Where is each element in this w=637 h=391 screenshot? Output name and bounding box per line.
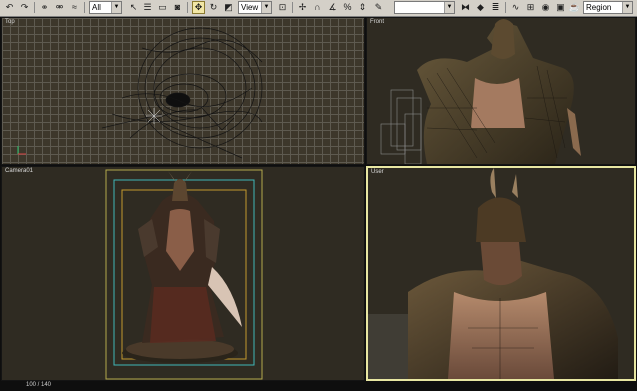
undo-icon[interactable]: ↶ [3, 1, 16, 14]
chevron-down-icon: ▼ [444, 2, 454, 13]
viewport-top[interactable]: Top [1, 17, 365, 165]
viewport-label-user[interactable]: User [371, 169, 384, 175]
viewport-user[interactable]: User [366, 166, 636, 381]
bind-space-warp-icon[interactable]: ≈ [68, 1, 81, 14]
snaps-toggle-icon[interactable]: ∩ [311, 1, 324, 14]
select-scale-icon[interactable]: ◩ [222, 1, 235, 14]
named-selection-sets-dropdown[interactable]: ▼ [394, 1, 455, 14]
main-toolbar: ↶ ↷ ⚭ ⚮ ≈ All ▼ ↖ ☰ ▭ ◙ ✥ ↻ ◩ View ▼ ⊡ ✢… [0, 0, 637, 17]
select-link-icon[interactable]: ⚭ [38, 1, 51, 14]
chevron-down-icon: ▼ [622, 2, 632, 13]
selection-filter-dropdown[interactable]: All ▼ [89, 1, 122, 14]
reference-coord-system-dropdown[interactable]: View ▼ [238, 1, 272, 14]
rectangular-selection-icon[interactable]: ▭ [156, 1, 169, 14]
select-move-icon[interactable]: ✥ [192, 1, 205, 14]
align-icon[interactable]: ◆ [474, 1, 487, 14]
select-rotate-icon[interactable]: ↻ [207, 1, 220, 14]
angle-snap-icon[interactable]: ∡ [326, 1, 339, 14]
curve-editor-icon[interactable]: ∿ [509, 1, 522, 14]
viewport-front[interactable]: Front [366, 17, 636, 165]
chevron-down-icon: ▼ [111, 2, 121, 13]
viewport-camera01[interactable]: Camera01 [1, 166, 365, 381]
render-type-dropdown[interactable]: Region ▼ [583, 1, 633, 14]
select-manipulate-icon[interactable]: ✢ [296, 1, 309, 14]
render-setup-icon[interactable]: ▣ [554, 1, 567, 14]
viewport-label-front[interactable]: Front [370, 19, 384, 25]
reference-coord-system-value: View [241, 3, 259, 12]
quick-render-icon[interactable]: ☕ [568, 1, 581, 14]
wireframe-blocks [380, 89, 422, 164]
selection-filter-value: All [92, 3, 101, 12]
mirror-icon[interactable]: ⧓ [459, 1, 472, 14]
material-editor-icon[interactable]: ◉ [539, 1, 552, 14]
render-type-value: Region [586, 3, 612, 12]
user-character-render [368, 168, 618, 379]
schematic-view-icon[interactable]: ⊞ [524, 1, 537, 14]
frame-counter: 100 / 140 [26, 382, 52, 388]
redo-icon[interactable]: ↷ [18, 1, 31, 14]
chevron-down-icon: ▼ [261, 2, 271, 13]
window-crossing-icon[interactable]: ◙ [171, 1, 184, 14]
use-pivot-center-icon[interactable]: ⊡ [276, 1, 289, 14]
viewport-label-camera01[interactable]: Camera01 [5, 168, 33, 174]
select-by-name-icon[interactable]: ☰ [141, 1, 154, 14]
status-bar: 100 / 140 [0, 381, 637, 391]
camera-character-render [105, 169, 263, 380]
viewport-label-top[interactable]: Top [5, 19, 15, 25]
unlink-icon[interactable]: ⚮ [53, 1, 66, 14]
wireframe-model [17, 27, 263, 159]
percent-snap-icon[interactable]: % [341, 1, 354, 14]
layer-manager-icon[interactable]: ≣ [489, 1, 502, 14]
select-object-icon[interactable]: ↖ [127, 1, 140, 14]
front-character-render [380, 19, 581, 164]
named-selection-icon[interactable]: ✎ [372, 1, 385, 14]
spinner-snap-icon[interactable]: ⇕ [356, 1, 369, 14]
